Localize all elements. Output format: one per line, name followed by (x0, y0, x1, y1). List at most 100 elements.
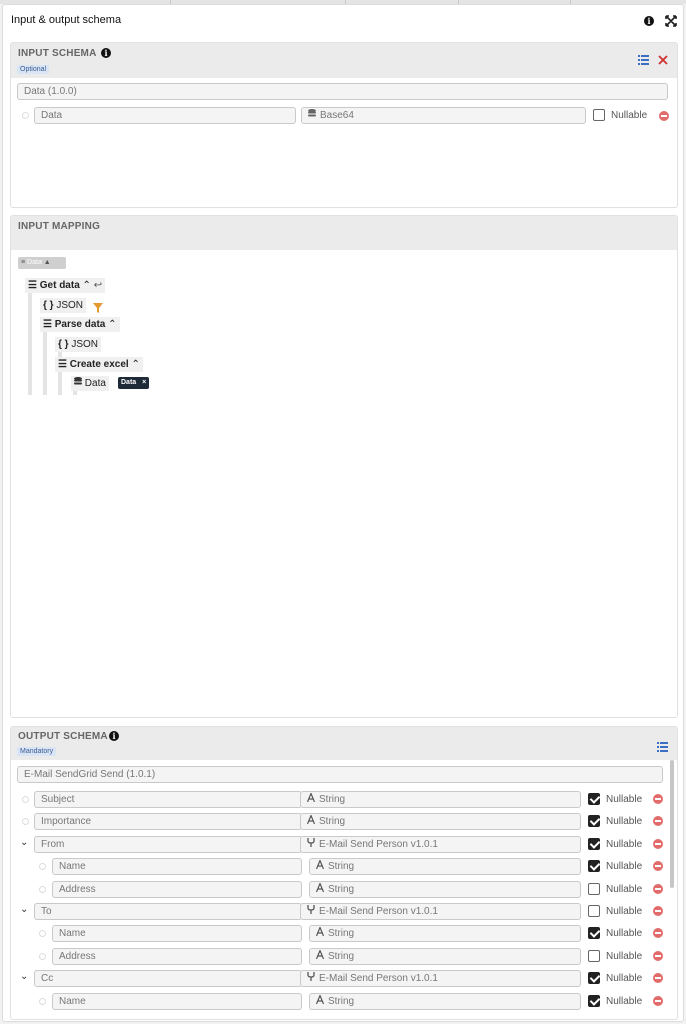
remove-field-icon[interactable] (653, 928, 663, 938)
text-icon (315, 949, 328, 964)
field-radio[interactable] (22, 112, 29, 119)
scrollbar[interactable] (670, 760, 674, 888)
input-schema-root-field[interactable]: Data (1.0.0) (17, 83, 668, 100)
nullable-checkbox[interactable] (588, 995, 600, 1007)
field-type-select[interactable]: String (309, 948, 581, 965)
filter-icon[interactable] (93, 300, 103, 318)
field-type-select[interactable]: E-Mail Send Person v1.0.1 (300, 836, 581, 853)
field-radio[interactable] (39, 886, 46, 893)
field-type-label: String (319, 816, 346, 827)
field-type-select[interactable]: String (300, 813, 581, 830)
remove-field-icon[interactable] (653, 816, 663, 826)
close-icon[interactable] (658, 52, 668, 70)
nullable-label: Nullable (606, 928, 643, 939)
field-type-select[interactable]: String (309, 993, 581, 1010)
field-name-input[interactable]: Address (52, 881, 302, 898)
field-type-select[interactable]: String (309, 925, 581, 942)
info-icon[interactable]: i (642, 14, 656, 28)
remove-field-icon[interactable] (653, 951, 663, 961)
tree-node-json[interactable]: { } JSON (40, 298, 87, 313)
source-data-chip[interactable]: ≡ Data ▲ (18, 257, 66, 269)
tree-node-json[interactable]: { } JSON (55, 337, 102, 352)
field-name-input[interactable]: Subject (34, 791, 302, 808)
field-radio[interactable] (22, 818, 29, 825)
nullable-label: Nullable (606, 973, 643, 984)
field-type-select[interactable]: String (309, 881, 581, 898)
input-schema-panel: INPUT SCHEMA i Optional Data (1.0.0) Dat… (10, 42, 678, 208)
input-mapping-header: INPUT MAPPING (11, 216, 677, 250)
nullable-checkbox[interactable] (588, 883, 600, 895)
field-name-input[interactable]: From (34, 836, 302, 853)
mapped-data-chip[interactable]: Data × (118, 377, 150, 389)
remove-field-icon[interactable] (653, 839, 663, 849)
field-radio[interactable] (39, 863, 46, 870)
chevron-down-icon[interactable]: ⌄ (20, 971, 28, 982)
field-name-input[interactable]: To (34, 903, 302, 920)
chevron-down-icon[interactable]: ⌄ (20, 904, 28, 915)
field-type-select[interactable]: E-Mail Send Person v1.0.1 (300, 903, 581, 920)
field-radio[interactable] (39, 953, 46, 960)
field-type-label: String (328, 928, 355, 939)
output-schema-info-icon[interactable]: i (109, 731, 119, 741)
field-type-select[interactable]: E-Mail Send Person v1.0.1 (300, 970, 581, 987)
field-name-input[interactable]: Name (52, 993, 302, 1010)
field-name-input[interactable]: Cc (34, 970, 302, 987)
field-radio[interactable] (39, 998, 46, 1005)
chevron-up-icon[interactable]: ⌃ (131, 359, 139, 370)
nullable-checkbox[interactable] (588, 905, 600, 917)
chevron-down-icon[interactable]: ⌄ (20, 837, 28, 848)
tree-node-parse-data[interactable]: ☰ Parse data ⌃ (40, 317, 120, 332)
window-title: Input & output schema (11, 14, 122, 26)
nullable-checkbox[interactable] (588, 838, 600, 850)
link-icon[interactable]: ↩ (94, 280, 102, 291)
remove-field-icon[interactable] (653, 861, 663, 871)
field-name-input[interactable]: Name (52, 925, 302, 942)
field-type-select[interactable]: String (309, 858, 581, 875)
field-name-input[interactable]: Name (52, 858, 302, 875)
nullable-label: Nullable (606, 951, 643, 962)
output-schema-panel: OUTPUT SCHEMA i Mandatory E-Mail SendGri… (10, 726, 678, 1020)
input-mapping-title: INPUT MAPPING (18, 221, 101, 232)
remove-mapping-icon[interactable]: × (142, 379, 146, 386)
list-view-icon[interactable] (657, 739, 668, 757)
nullable-label: Nullable (606, 884, 643, 895)
tree-node-data[interactable]: Data (71, 376, 109, 391)
tree-node-create-excel[interactable]: ☰ Create excel ⌃ (55, 357, 143, 372)
output-schema-root-field[interactable]: E-Mail SendGrid Send (1.0.1) (17, 766, 663, 783)
expand-icon[interactable] (664, 14, 678, 28)
database-icon (308, 108, 320, 123)
nullable-checkbox[interactable] (588, 793, 600, 805)
remove-field-icon[interactable] (653, 973, 663, 983)
nullable-label: Nullable (606, 906, 643, 917)
nullable-checkbox[interactable] (593, 109, 605, 121)
nullable-checkbox[interactable] (588, 860, 600, 872)
text-icon (306, 792, 319, 807)
field-type-select[interactable]: Base64 (301, 107, 586, 124)
remove-field-icon[interactable] (653, 794, 663, 804)
remove-field-icon[interactable] (653, 884, 663, 894)
nullable-checkbox[interactable] (588, 972, 600, 984)
nullable-checkbox[interactable] (588, 950, 600, 962)
remove-field-icon[interactable] (653, 996, 663, 1006)
field-name-input[interactable]: Importance (34, 813, 302, 830)
remove-field-icon[interactable] (653, 906, 663, 916)
field-type-select[interactable]: String (300, 791, 581, 808)
chevron-up-icon[interactable]: ⌃ (83, 280, 91, 291)
chevron-up-icon[interactable]: ⌃ (108, 319, 116, 330)
remove-field-icon[interactable] (659, 111, 669, 121)
nullable-checkbox[interactable] (588, 815, 600, 827)
nullable-checkbox[interactable] (588, 927, 600, 939)
input-mapping-panel: INPUT MAPPING ≡ Data ▲ ☰ Get data ⌃ ↩ { … (10, 215, 678, 718)
input-schema-info-icon[interactable]: i (101, 48, 111, 58)
text-icon (315, 994, 328, 1009)
field-name-input[interactable]: Address (52, 948, 302, 965)
database-icon (74, 377, 85, 389)
field-radio[interactable] (39, 930, 46, 937)
field-radio[interactable] (22, 796, 29, 803)
field-name-input[interactable]: Data (34, 107, 296, 124)
output-schema-title: OUTPUT SCHEMA (18, 731, 108, 742)
list-view-icon[interactable] (638, 52, 649, 70)
tree-node-get-data[interactable]: ☰ Get data ⌃ ↩ (25, 278, 106, 293)
list-icon: ☰ (28, 280, 37, 291)
branch-icon (307, 837, 319, 852)
